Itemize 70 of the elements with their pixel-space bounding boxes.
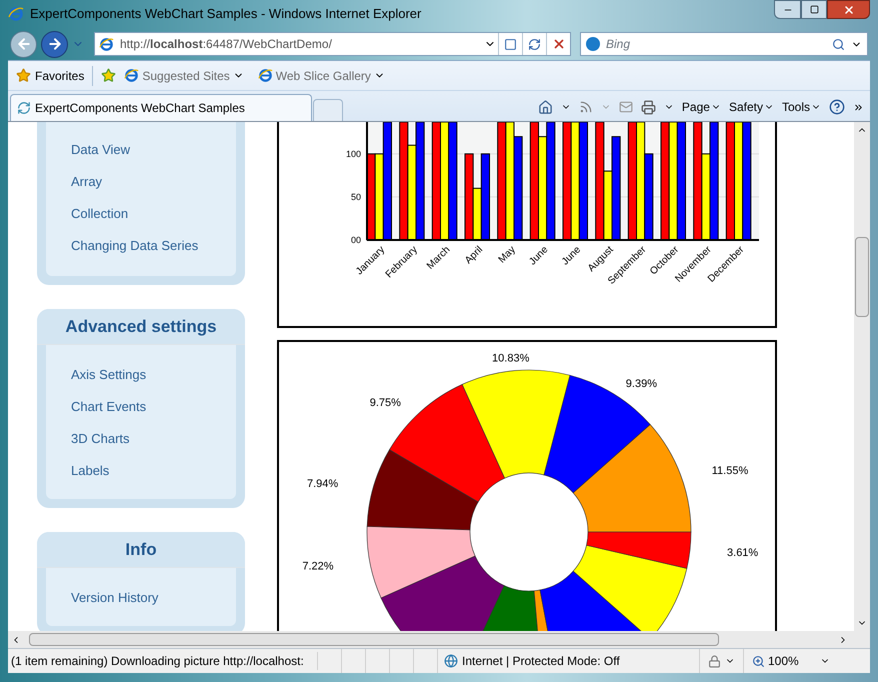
forward-arrow-icon [46,36,62,52]
scrollbar-thumb[interactable] [855,237,869,317]
url-text: http://localhost:64487/WebChartDemo/ [120,36,332,53]
x-category-label: June [560,244,584,268]
maximize-button[interactable] [801,0,827,19]
slice-percent-label: 7.94% [306,478,338,490]
zoom-icon [752,654,765,668]
slice-percent-label: 3.61% [727,546,758,559]
browser-logo-icon [99,36,114,52]
command-menu[interactable]: Tools [782,98,821,116]
search-provider-icon [586,37,600,51]
y-tick-label: 00 [350,235,361,245]
nav-link[interactable]: Collection [71,198,236,230]
nav-link[interactable]: Array [71,166,236,198]
scrollbar-thumb[interactable] [29,633,719,646]
browser-tab[interactable]: ExpertComponents WebChart Samples [10,94,312,121]
globe-icon [444,654,458,668]
favorites-bar-link[interactable]: Suggested Sites [124,66,244,84]
window-title: ExpertComponents WebChart Samples - Windows Internet Explorer [30,5,422,24]
slice-percent-label: 9.39% [626,378,657,390]
browser-logo-icon [124,68,140,83]
slice-percent-label: 11.55% [712,464,748,477]
compatibility-view-icon[interactable] [504,38,517,50]
zoom-button[interactable]: 100% [744,652,838,670]
security-zone: Internet | Protected Mode: Off [462,653,620,670]
feeds-icon[interactable] [578,100,593,114]
nav-link[interactable]: Chart Events [71,391,236,423]
slice-percent-label: 7.22% [302,560,334,573]
nav-link[interactable]: 3D Charts [71,423,236,455]
panel-heading: Info [37,532,245,568]
y-tick-label: 100 [346,148,361,159]
nav-link[interactable]: Changing Data Series [71,230,236,262]
stop-icon[interactable] [552,37,566,51]
browser-logo-icon [258,68,273,83]
search-icon[interactable] [832,38,845,50]
back-button[interactable] [10,30,37,58]
status-message: (1 item remaining) Downloading picture http://localhost: [8,652,318,670]
nav-link[interactable]: Version History [71,582,236,614]
star-icon [16,68,31,83]
add-favorite-icon[interactable] [101,68,116,83]
nav-link[interactable]: Labels [71,455,236,487]
home-icon[interactable] [538,100,553,114]
print-icon[interactable] [640,100,656,114]
forward-button[interactable] [41,30,68,58]
help-icon[interactable] [829,99,845,115]
horizontal-scrollbar[interactable] [8,631,870,648]
slice-percent-label: 10.83% [492,352,530,365]
panel-heading: Advanced settings [37,309,245,345]
more-commands-icon[interactable] [853,102,864,112]
close-button[interactable] [827,0,870,19]
y-tick-label: 50 [350,192,361,202]
loading-icon [17,101,31,115]
x-category-label: May [496,244,518,266]
command-menu[interactable]: Page [682,98,721,116]
search-input[interactable]: Bing [606,35,826,53]
maximize-icon [810,5,818,14]
lock-icon[interactable] [708,654,721,668]
favorites-button[interactable]: Favorites [16,66,84,84]
favorites-bar-link[interactable]: Web Slice Gallery [258,66,385,84]
slice-percent-label: 9.75% [370,396,401,409]
nav-link[interactable]: Axis Settings [71,359,236,391]
browser-logo-icon [8,6,24,22]
nav-link[interactable]: Data View [71,134,236,166]
command-menu[interactable]: Safety [728,98,774,116]
vertical-scrollbar[interactable] [854,122,870,631]
address-field[interactable]: http://localhost:64487/WebChartDemo/ [94,32,571,56]
refresh-icon[interactable] [528,38,541,50]
search-field[interactable]: Bing [580,32,868,56]
close-icon [842,4,854,16]
minimize-button[interactable] [774,0,801,19]
